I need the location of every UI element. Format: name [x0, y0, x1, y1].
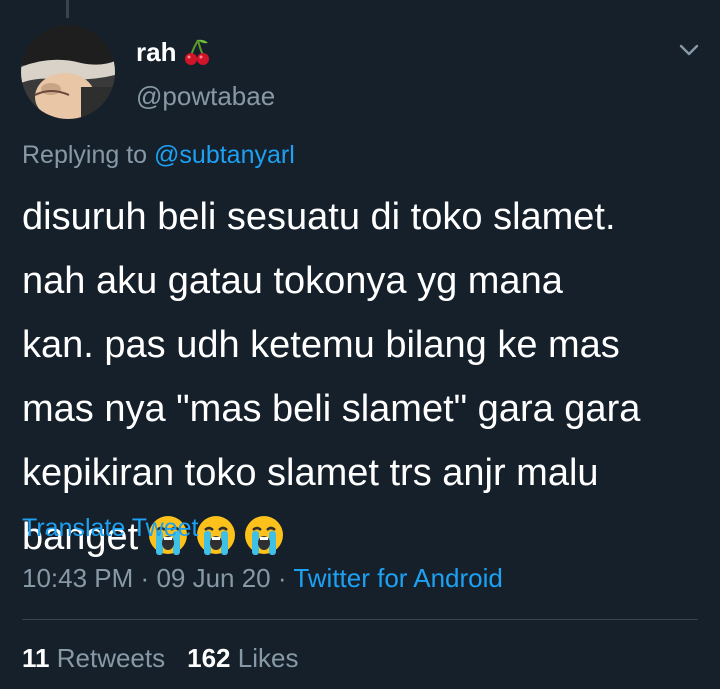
user-handle[interactable]: @powtabae: [136, 81, 275, 112]
divider: [22, 619, 698, 620]
tweet-line: mas nya "mas beli slamet" gara gara: [22, 388, 641, 430]
loudly-crying-face-icon: [197, 516, 236, 555]
tweet-stats: 11 Retweets 162 Likes: [22, 643, 298, 674]
chevron-down-icon[interactable]: [676, 40, 702, 60]
avatar[interactable]: [21, 25, 115, 119]
tweet-line: kan. pas udh ketemu bilang ke mas: [22, 324, 620, 366]
thread-connector-line: [66, 0, 69, 18]
tweet-line: disuruh beli sesuatu di toko slamet.: [22, 196, 616, 238]
tweet-detail: rah @powtabae Replying to @subtanyarl di…: [0, 0, 720, 689]
replying-to: Replying to @subtanyarl: [22, 141, 295, 170]
cherries-icon: [185, 39, 210, 65]
replying-prefix: Replying to: [22, 141, 148, 169]
tweet-line: nah aku gatau tokonya yg mana: [22, 260, 563, 302]
meta-separator: ·: [277, 563, 287, 593]
loudly-crying-face-icon: [245, 516, 284, 555]
tweet-date[interactable]: 09 Jun 20: [156, 563, 270, 593]
tweet-line: kepikiran toko slamet trs anjr malu: [22, 452, 599, 494]
likes-label: Likes: [237, 643, 299, 673]
retweets-label: Retweets: [56, 643, 166, 673]
tweet-meta: 10:43 PM · 09 Jun 20 · Twitter for Andro…: [22, 563, 503, 594]
user-name-row[interactable]: rah: [136, 34, 212, 70]
meta-separator: ·: [140, 563, 150, 593]
translate-tweet-link[interactable]: Translate Tweet: [22, 514, 198, 543]
reply-mention-link[interactable]: @subtanyarl: [154, 141, 295, 169]
display-name[interactable]: rah: [136, 37, 176, 68]
tweet-text: disuruh beli sesuatu di toko slamet. nah…: [22, 185, 712, 569]
avatar-image: [21, 25, 115, 119]
retweets-count: 11: [22, 643, 50, 673]
likes-count: 162: [187, 643, 231, 673]
retweets-stat[interactable]: 11 Retweets: [22, 643, 165, 673]
tweet-time[interactable]: 10:43 PM: [22, 563, 133, 593]
likes-stat[interactable]: 162 Likes: [187, 643, 298, 673]
tweet-source-link[interactable]: Twitter for Android: [293, 563, 503, 593]
